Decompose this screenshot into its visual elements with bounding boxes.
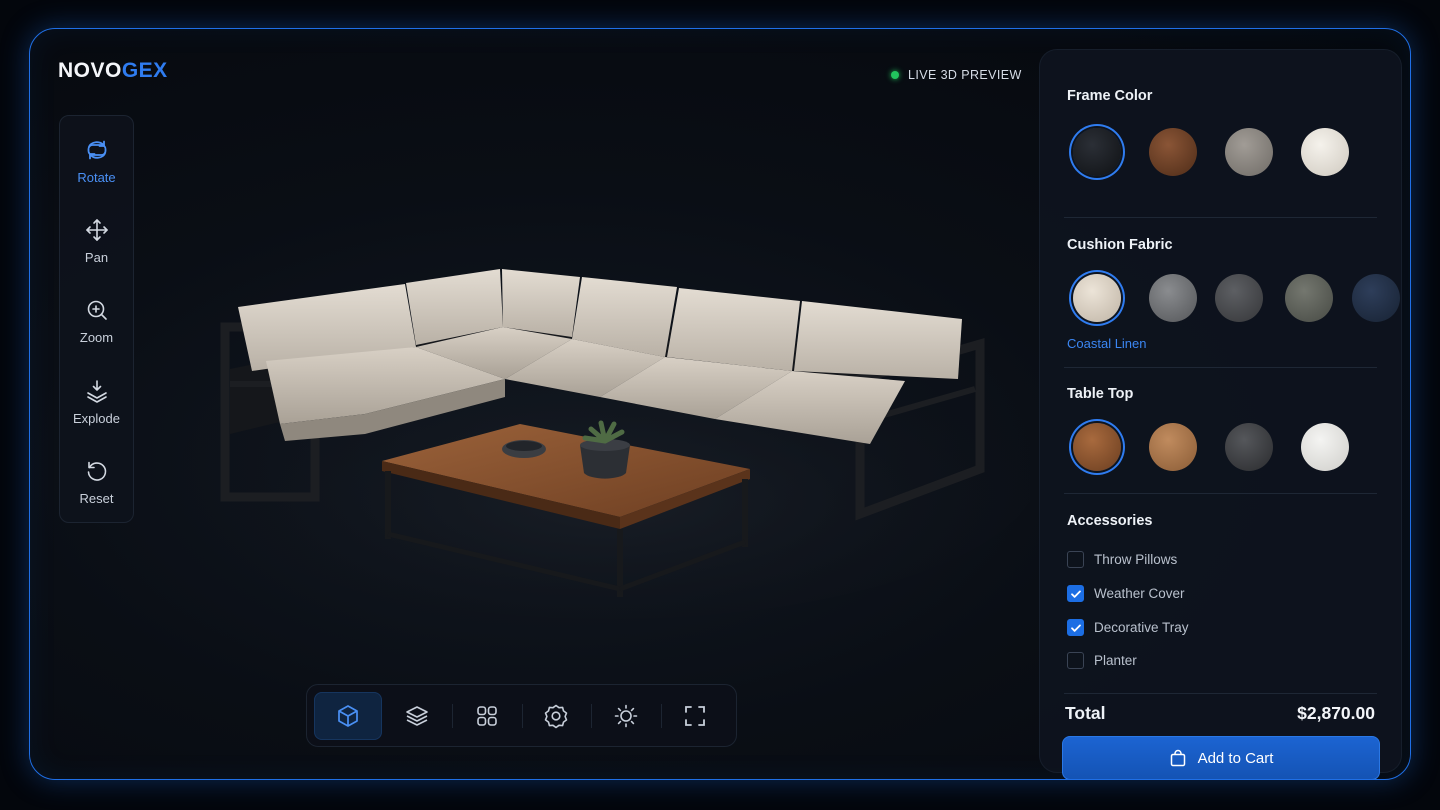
- cushion-swatch-charcoal[interactable]: [1215, 274, 1263, 322]
- cushion-fabric-title: Cushion Fabric: [1067, 237, 1173, 253]
- cushion-swatch-linen[interactable]: [1073, 274, 1121, 322]
- explode-layers-icon: [86, 380, 107, 403]
- section-divider: [1064, 693, 1377, 694]
- brand-logo: NOVOGEX: [58, 59, 168, 83]
- live-preview-status: LIVE 3D PREVIEW: [891, 68, 1022, 82]
- view-tools-toolbar: Rotate Pan Zoom Explode Reset: [59, 115, 134, 523]
- accessory-label: Planter: [1094, 653, 1137, 668]
- settings-button[interactable]: [521, 692, 591, 740]
- table-top-swatch-oak[interactable]: [1149, 423, 1197, 471]
- tool-label: Zoom: [79, 330, 114, 345]
- viewport-bottom-toolbar: [306, 684, 737, 747]
- configuration-panel: Frame Color Cushion Fabric Coastal Linen…: [1039, 49, 1402, 779]
- view-3d-button[interactable]: [314, 691, 382, 740]
- section-divider: [1064, 367, 1377, 368]
- checkmark-icon: [1070, 590, 1081, 598]
- fullscreen-icon: [685, 705, 706, 726]
- checkbox[interactable]: [1067, 585, 1084, 602]
- tool-explode[interactable]: Explode: [60, 367, 133, 437]
- accessory-weather-cover[interactable]: Weather Cover: [1067, 585, 1185, 602]
- tool-reset[interactable]: Reset: [60, 447, 133, 517]
- accessory-label: Throw Pillows: [1094, 552, 1178, 567]
- table-top-swatch-teak[interactable]: [1073, 423, 1121, 471]
- rotate-icon: [87, 140, 106, 160]
- brand-logo-part1: NOVO: [58, 59, 122, 82]
- section-divider: [1064, 493, 1377, 494]
- table-top-title: Table Top: [1067, 386, 1134, 402]
- tool-label: Explode: [73, 411, 120, 426]
- tool-pan[interactable]: Pan: [60, 206, 133, 276]
- lighting-button[interactable]: [591, 692, 660, 740]
- frame-color-swatch-taupe[interactable]: [1225, 128, 1273, 176]
- lighting-sun-icon: [614, 704, 638, 727]
- accessory-planter[interactable]: Planter: [1067, 652, 1137, 669]
- shopping-bag-icon: [1170, 749, 1185, 767]
- frame-color-swatch-walnut[interactable]: [1149, 128, 1197, 176]
- cube-icon: [337, 704, 358, 727]
- accessory-label: Weather Cover: [1094, 586, 1185, 601]
- live-status-dot: [891, 71, 899, 79]
- layers-button[interactable]: [384, 692, 452, 740]
- checkmark-icon: [1070, 624, 1081, 632]
- selected-fabric-name: Coastal Linen: [1067, 336, 1147, 351]
- add-to-cart-button[interactable]: Add to Cart: [1062, 736, 1380, 779]
- configurator-window: NOVOGEX LIVE 3D PREVIEW Rotate Pan Zoom: [29, 28, 1411, 780]
- add-to-cart-label: Add to Cart: [1197, 749, 1274, 767]
- accessory-throw-pillows[interactable]: Throw Pillows: [1067, 551, 1177, 568]
- cushion-swatch-olive[interactable]: [1285, 274, 1333, 322]
- live-preview-label: LIVE 3D PREVIEW: [908, 68, 1022, 82]
- table-top-swatch-marble[interactable]: [1301, 423, 1349, 471]
- tool-label: Reset: [79, 491, 114, 506]
- accessory-label: Decorative Tray: [1094, 620, 1189, 635]
- move-arrows-icon: [85, 219, 108, 241]
- accessory-decorative-tray[interactable]: Decorative Tray: [1067, 619, 1189, 636]
- frame-color-swatch-black[interactable]: [1073, 128, 1121, 176]
- components-grid-button[interactable]: [452, 692, 521, 740]
- cushion-swatch-grey[interactable]: [1149, 274, 1197, 322]
- tool-label: Pan: [84, 250, 109, 265]
- tool-zoom[interactable]: Zoom: [60, 286, 133, 356]
- reset-icon: [87, 461, 106, 481]
- table-top-swatch-slate[interactable]: [1225, 423, 1273, 471]
- tool-label: Rotate: [77, 170, 116, 185]
- 3d-model-viewport[interactable]: [170, 209, 1030, 629]
- frame-color-title: Frame Color: [1067, 88, 1153, 104]
- grid-icon: [476, 705, 497, 726]
- zoom-icon: [87, 300, 107, 320]
- checkbox[interactable]: [1067, 551, 1084, 568]
- checkbox[interactable]: [1067, 652, 1084, 669]
- layers-icon: [406, 705, 429, 726]
- section-divider: [1064, 217, 1377, 218]
- frame-color-swatch-ivory[interactable]: [1301, 128, 1349, 176]
- cushion-swatch-navy[interactable]: [1352, 274, 1400, 322]
- accessories-title: Accessories: [1067, 513, 1153, 529]
- checkbox[interactable]: [1067, 619, 1084, 636]
- brand-logo-part2: GEX: [121, 59, 168, 82]
- total-label: Total: [1065, 703, 1106, 723]
- total-price: $2,870.00: [1297, 703, 1375, 723]
- fullscreen-button[interactable]: [660, 692, 730, 740]
- settings-gear-icon: [544, 704, 568, 728]
- tool-rotate[interactable]: Rotate: [60, 126, 133, 196]
